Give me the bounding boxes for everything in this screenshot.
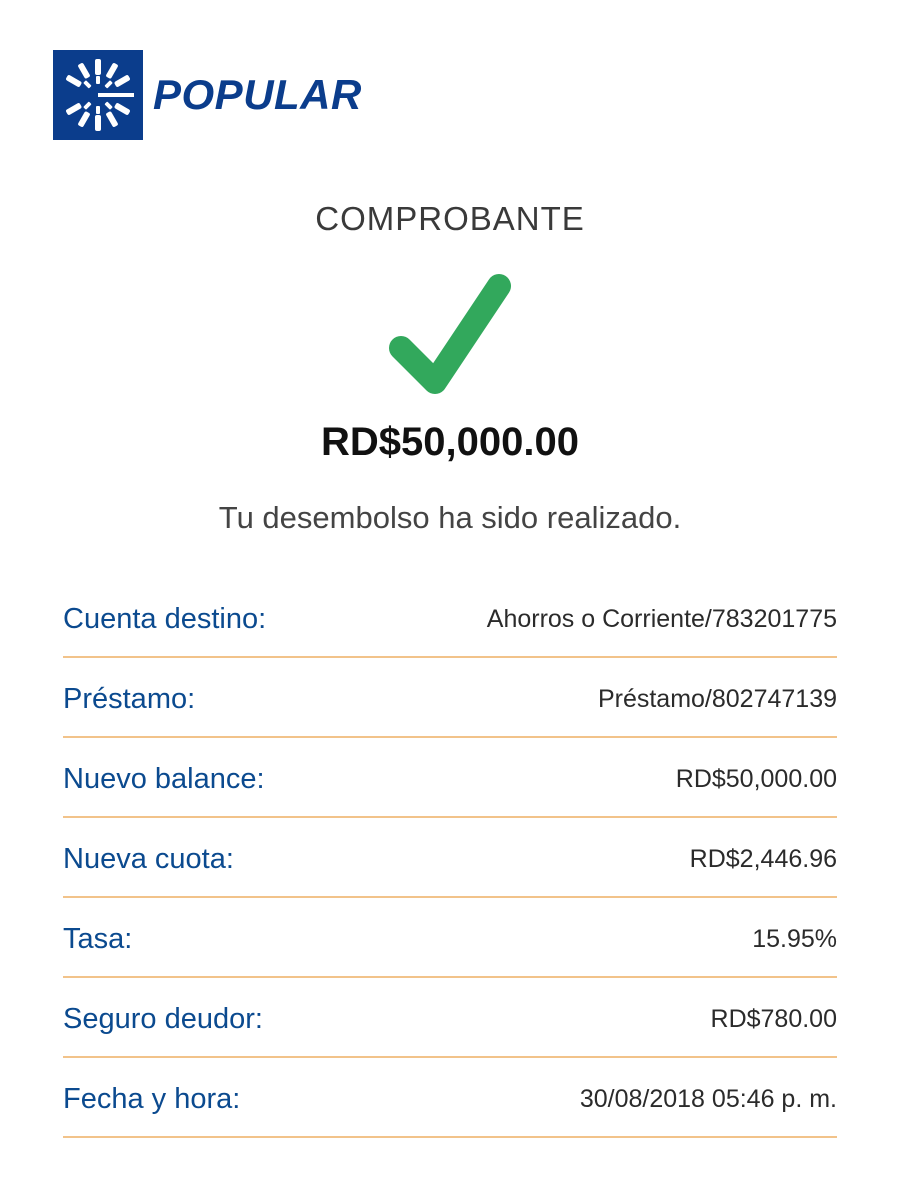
detail-row-nuevo-balance: Nuevo balance: RD$50,000.00 — [63, 738, 837, 818]
detail-row-cuenta-destino: Cuenta destino: Ahorros o Corriente/7832… — [63, 578, 837, 658]
detail-label: Nuevo balance: — [63, 762, 265, 795]
detail-value: 15.95% — [752, 924, 837, 953]
detail-label: Nueva cuota: — [63, 842, 234, 875]
detail-label: Seguro deudor: — [63, 1002, 263, 1035]
detail-label: Préstamo: — [63, 682, 196, 715]
status-message: Tu desembolso ha sido realizado. — [218, 500, 682, 535]
brand-logo: POPULAR — [53, 50, 362, 140]
detail-label: Cuenta destino: — [63, 602, 267, 635]
detail-row-seguro-deudor: Seguro deudor: RD$780.00 — [63, 978, 837, 1058]
detail-label: Fecha y hora: — [63, 1082, 241, 1115]
checkmark-icon — [385, 268, 515, 400]
detail-row-tasa: Tasa: 15.95% — [63, 898, 837, 978]
page-title: COMPROBANTE — [315, 200, 585, 237]
detail-row-nueva-cuota: Nueva cuota: RD$2,446.96 — [63, 818, 837, 898]
detail-value: Préstamo/802747139 — [597, 684, 837, 713]
detail-value: Ahorros o Corriente/783201775 — [486, 604, 837, 633]
detail-value: RD$50,000.00 — [675, 764, 837, 793]
sun-logo-icon — [53, 50, 143, 140]
detail-label: Tasa: — [63, 922, 133, 955]
detail-value: RD$780.00 — [710, 1004, 837, 1033]
brand-name: POPULAR — [153, 71, 362, 118]
detail-row-prestamo: Préstamo: Préstamo/802747139 — [63, 658, 837, 738]
detail-row-fecha-hora: Fecha y hora: 30/08/2018 05:46 p. m. — [63, 1058, 837, 1138]
transaction-amount: RD$50,000.00 — [321, 420, 579, 464]
detail-value: 30/08/2018 05:46 p. m. — [579, 1084, 837, 1113]
detail-value: RD$2,446.96 — [689, 844, 837, 873]
details-list: Cuenta destino: Ahorros o Corriente/7832… — [63, 578, 837, 1138]
